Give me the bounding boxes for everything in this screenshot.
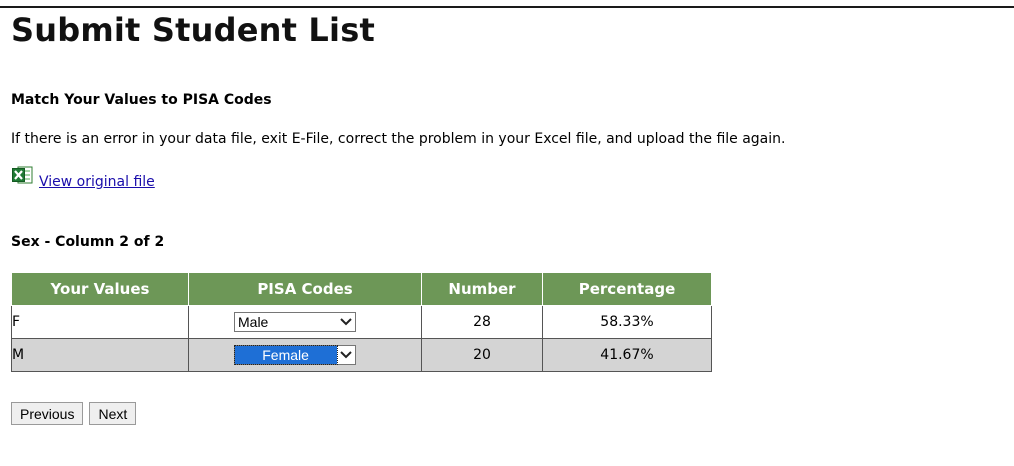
pisa-code-cell: Female (188, 338, 422, 372)
header-your-values: Your Values (11, 272, 189, 306)
page-title: Submit Student List (11, 11, 375, 49)
pisa-code-selected-value: Female (233, 345, 339, 365)
header-number: Number (421, 272, 543, 306)
column-heading: Sex - Column 2 of 2 (11, 234, 165, 250)
pisa-code-select[interactable]: Female (233, 345, 356, 365)
next-button[interactable]: Next (89, 402, 137, 425)
values-table: Your Values PISA Codes Number Percentage… (11, 272, 712, 372)
section-heading: Match Your Values to PISA Codes (11, 92, 272, 108)
header-percentage: Percentage (542, 272, 712, 306)
chevron-down-icon (337, 313, 355, 331)
table-row: F Male 28 58.33% (11, 305, 712, 339)
view-original-file-link[interactable]: View original file (39, 174, 155, 190)
excel-icon[interactable] (12, 166, 33, 184)
number-cell: 28 (421, 305, 543, 339)
chevron-down-icon (337, 346, 355, 364)
instructions-text: If there is an error in your data file, … (11, 131, 786, 147)
your-value-cell: M (11, 338, 189, 372)
file-link-row: View original file (12, 166, 155, 190)
pisa-code-selected-value: Male (238, 314, 269, 330)
your-value-cell: F (11, 305, 189, 339)
pisa-code-select[interactable]: Male (234, 312, 356, 332)
top-divider (0, 6, 1014, 8)
percentage-cell: 58.33% (542, 305, 712, 339)
table-header-row: Your Values PISA Codes Number Percentage (11, 272, 712, 306)
previous-button[interactable]: Previous (11, 402, 84, 425)
percentage-cell: 41.67% (542, 338, 712, 372)
table-row: M Female 20 41.67% (11, 338, 712, 372)
pisa-code-cell: Male (188, 305, 422, 339)
navigation-buttons: Previous Next (11, 402, 137, 425)
number-cell: 20 (421, 338, 543, 372)
header-pisa-codes: PISA Codes (188, 272, 422, 306)
